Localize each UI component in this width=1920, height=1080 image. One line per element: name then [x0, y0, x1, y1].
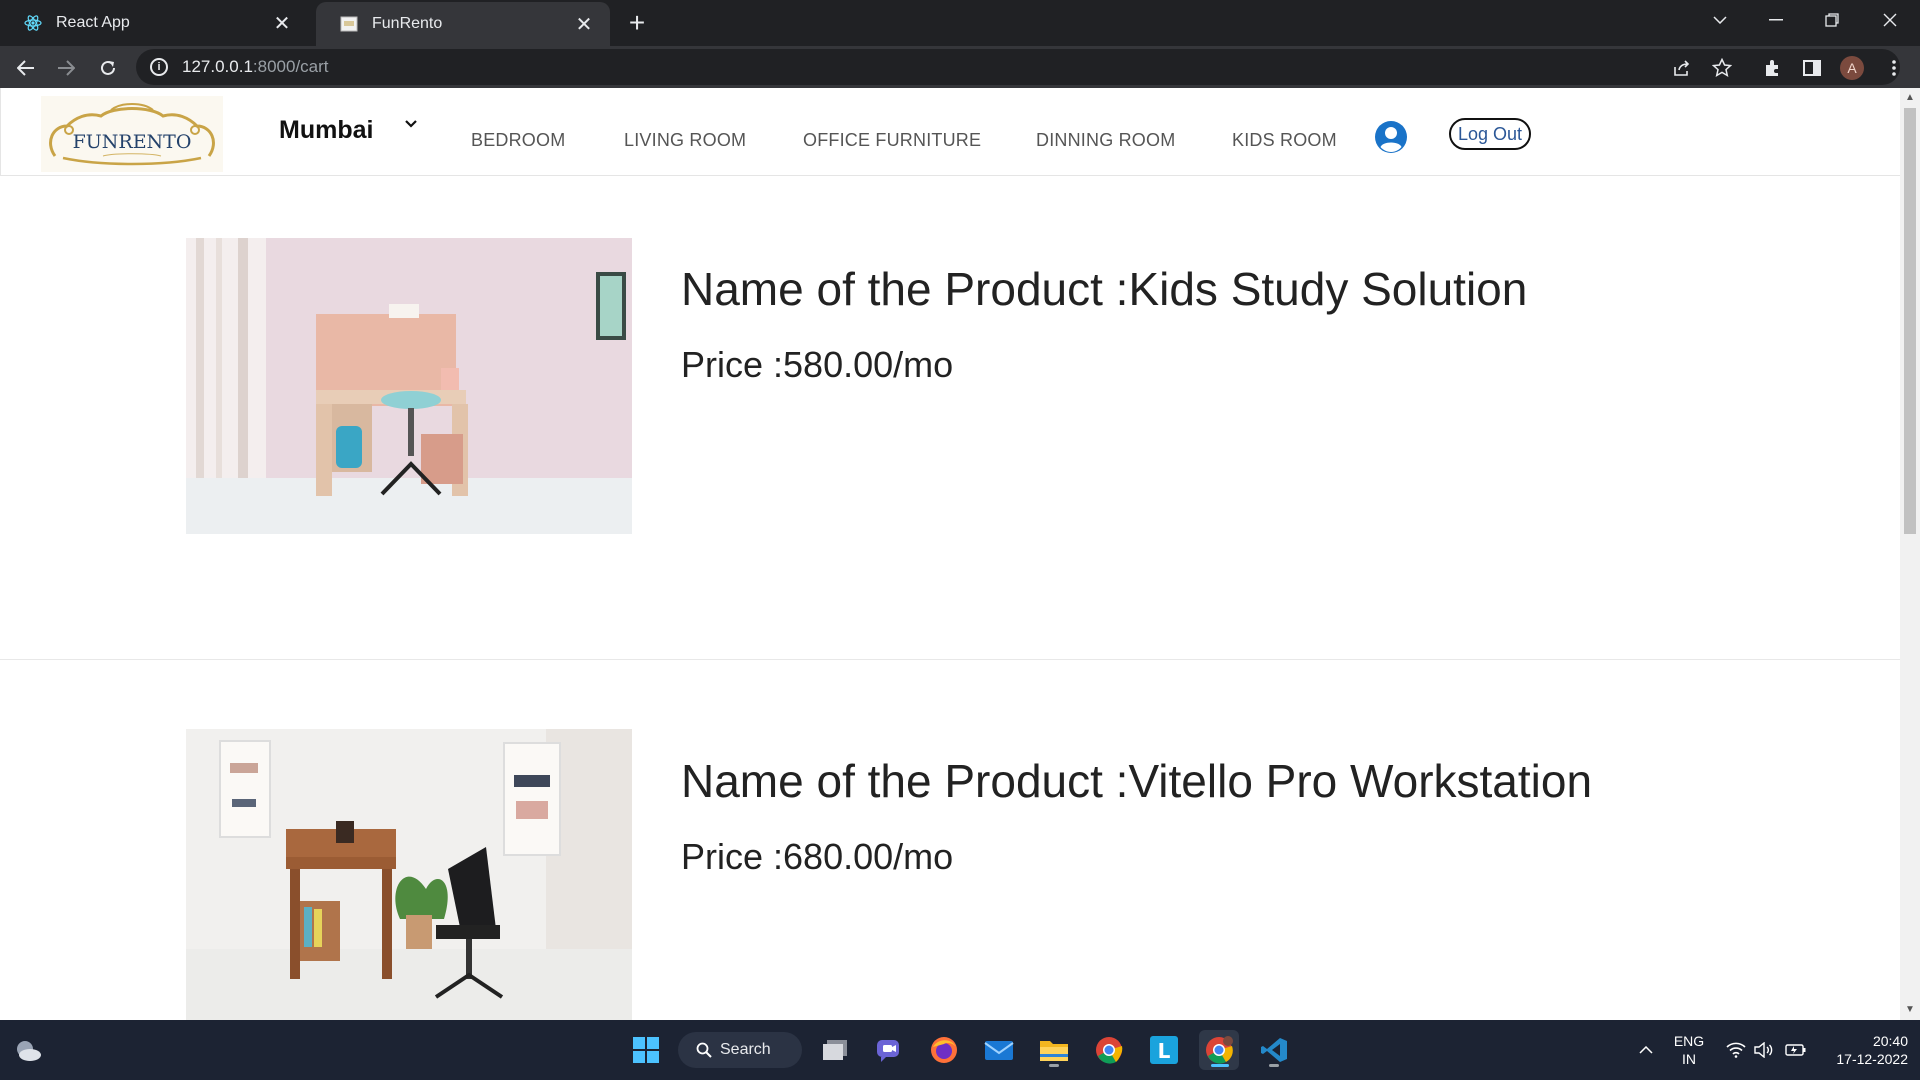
clock[interactable]: 20:40 17-12-2022	[1818, 1032, 1908, 1068]
react-icon	[24, 14, 42, 32]
app-l-icon[interactable]: L	[1144, 1030, 1184, 1070]
nav-link-bedroom[interactable]: BEDROOM	[471, 130, 565, 151]
close-tab-icon[interactable]: ✕	[572, 12, 596, 36]
scrollbar-thumb[interactable]	[1904, 108, 1916, 534]
windows-start-icon[interactable]	[626, 1030, 666, 1070]
nav-link-office-furniture[interactable]: OFFICE FURNITURE	[803, 130, 981, 151]
browser-tabstrip: React App ✕ FunRento ✕ +	[0, 0, 1920, 46]
product-name: Name of the Product :Vitello Pro Worksta…	[681, 755, 1593, 807]
restore-icon[interactable]	[1804, 0, 1860, 40]
running-indicator	[1049, 1064, 1059, 1067]
language-indicator[interactable]: ENG IN	[1666, 1032, 1712, 1068]
browser-toolbar: i 127.0.0.1:8000/cart A	[0, 46, 1920, 88]
logo-text: FUNRENTO	[73, 131, 192, 153]
share-icon[interactable]	[1668, 54, 1696, 82]
new-tab-icon[interactable]: +	[620, 6, 654, 40]
user-account-icon[interactable]	[1374, 120, 1408, 154]
firefox-icon[interactable]	[924, 1030, 964, 1070]
city-chevron-down-icon[interactable]	[401, 114, 421, 134]
scroll-up-icon[interactable]: ▲	[1905, 92, 1915, 103]
tray-chevron-up-icon[interactable]	[1626, 1030, 1666, 1070]
reload-icon[interactable]	[92, 52, 124, 84]
tab-title: FunRento	[372, 15, 443, 32]
page-favicon-icon	[340, 15, 358, 33]
taskbar-search-button[interactable]: Search	[678, 1032, 802, 1068]
url-host: 127.0.0.1	[182, 57, 253, 76]
svg-text:L: L	[1158, 1039, 1171, 1063]
teams-chat-icon[interactable]	[869, 1030, 909, 1070]
search-icon	[696, 1042, 712, 1058]
close-tab-icon[interactable]: ✕	[270, 11, 294, 35]
site-navbar: FUNRENTO Mumbai BEDROOM LIVING ROOM OFFI…	[0, 88, 1900, 176]
address-bar[interactable]: i 127.0.0.1:8000/cart	[136, 49, 1900, 85]
page-scrollbar[interactable]: ▲ ▼	[1900, 88, 1920, 1020]
minimize-icon[interactable]	[1748, 0, 1804, 40]
cart-divider	[0, 659, 1900, 660]
weather-widget-icon[interactable]	[8, 1030, 48, 1070]
logout-button[interactable]: Log Out	[1449, 118, 1531, 150]
tab-funrento[interactable]: FunRento ✕	[316, 2, 610, 46]
running-indicator	[1269, 1064, 1279, 1067]
menu-kebab-icon[interactable]	[1880, 54, 1908, 82]
product-name: Name of the Product :Kids Study Solution	[681, 263, 1528, 315]
active-indicator	[1211, 1064, 1229, 1067]
site-info-icon[interactable]: i	[150, 58, 168, 76]
clock-time: 20:40	[1872, 1033, 1908, 1049]
product-image-vitello-workstation[interactable]	[186, 729, 632, 1020]
page-viewport: FUNRENTO Mumbai BEDROOM LIVING ROOM OFFI…	[0, 88, 1900, 1020]
close-window-icon[interactable]	[1862, 0, 1918, 40]
nav-link-living-room[interactable]: LIVING ROOM	[624, 130, 746, 151]
file-explorer-icon[interactable]	[1034, 1030, 1074, 1070]
chrome-profile-icon[interactable]	[1199, 1030, 1239, 1070]
url-path: :8000/cart	[252, 57, 329, 76]
tab-react-app[interactable]: React App ✕	[0, 0, 308, 46]
region-code: IN	[1682, 1051, 1696, 1067]
mail-icon[interactable]	[979, 1030, 1019, 1070]
product-image-kids-study[interactable]	[186, 238, 632, 534]
product-price: Price :580.00/mo	[681, 344, 954, 385]
nav-link-dinning-room[interactable]: DINNING ROOM	[1036, 130, 1175, 151]
task-view-icon[interactable]	[815, 1030, 855, 1070]
clock-date: 17-12-2022	[1836, 1051, 1908, 1067]
city-selector[interactable]: Mumbai	[279, 116, 373, 145]
taskbar-search-label: Search	[720, 1041, 771, 1058]
vscode-icon[interactable]	[1254, 1030, 1294, 1070]
funrento-logo[interactable]: FUNRENTO	[41, 96, 223, 172]
language-code: ENG	[1673, 1033, 1705, 1049]
tab-title: React App	[56, 14, 130, 31]
profile-avatar[interactable]: A	[1840, 56, 1864, 80]
windows-taskbar: Search L ENG IN 20:40 17-12-2022	[0, 1020, 1920, 1080]
bookmark-star-icon[interactable]	[1708, 54, 1736, 82]
extensions-icon[interactable]	[1758, 54, 1786, 82]
battery-icon[interactable]	[1776, 1030, 1816, 1070]
side-panel-icon[interactable]	[1798, 54, 1826, 82]
scroll-down-icon[interactable]: ▼	[1905, 1004, 1915, 1015]
chrome-icon[interactable]	[1089, 1030, 1129, 1070]
forward-icon[interactable]	[50, 52, 82, 84]
product-price: Price :680.00/mo	[681, 836, 954, 877]
back-icon[interactable]	[10, 52, 42, 84]
tab-search-chevron-icon[interactable]	[1692, 0, 1748, 40]
nav-link-kids-room[interactable]: KIDS ROOM	[1232, 130, 1337, 151]
